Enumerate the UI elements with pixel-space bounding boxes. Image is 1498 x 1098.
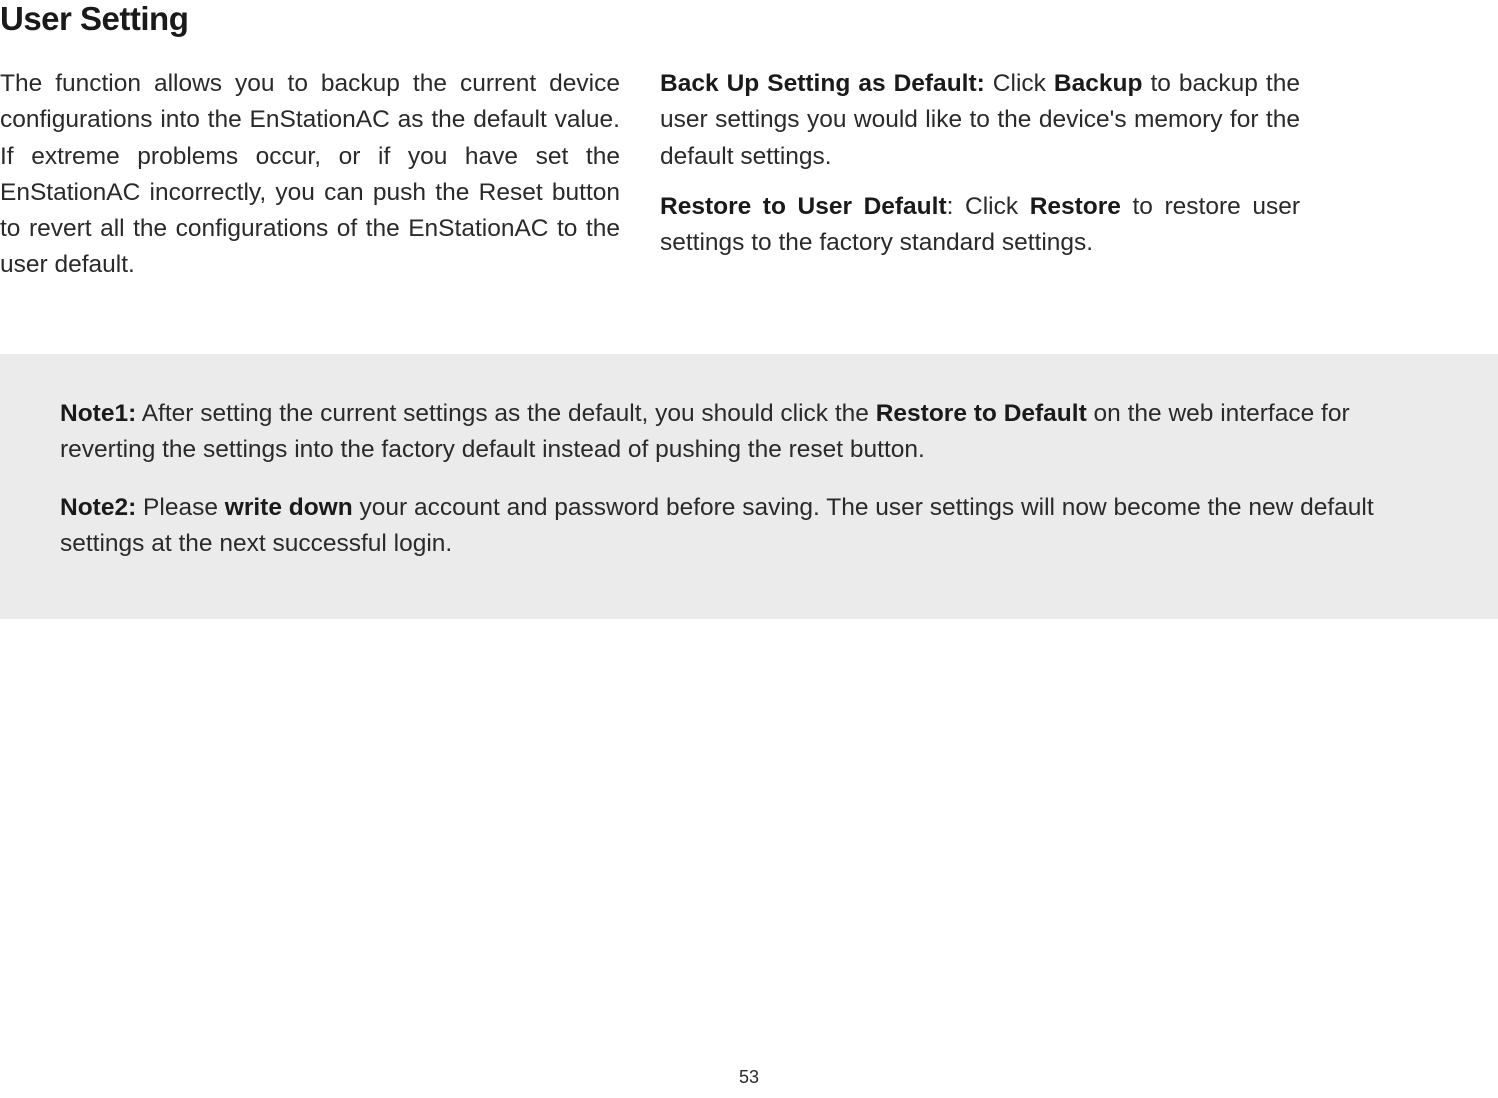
document-page: User Setting The function allows you to … xyxy=(0,0,1498,1098)
note1-bold1: Restore to Default xyxy=(876,400,1087,427)
note-2: Note2: Please write down your account an… xyxy=(60,490,1438,563)
note1-label: Note1: xyxy=(60,400,136,427)
restore-word-bold: Restore xyxy=(1030,193,1121,220)
note-1: Note1: After setting the current setting… xyxy=(60,396,1438,469)
restore-lead-bold: Restore to User Default xyxy=(660,193,947,220)
left-column: The function allows you to backup the cu… xyxy=(0,66,620,284)
right-column: Back Up Setting as Default: Click Backup… xyxy=(660,66,1300,284)
note1-text1: After setting the current settings as th… xyxy=(136,400,876,427)
intro-paragraph: The function allows you to backup the cu… xyxy=(0,66,620,284)
notes-callout-box: Note1: After setting the current setting… xyxy=(0,354,1498,619)
note2-bold1: write down xyxy=(225,494,353,521)
paragraph-spacer xyxy=(660,175,1300,189)
page-number: 53 xyxy=(739,1067,759,1088)
restore-paragraph: Restore to User Default: Click Restore t… xyxy=(660,189,1300,262)
backup-lead-bold: Back Up Setting as Default: xyxy=(660,70,985,97)
note2-label: Note2: xyxy=(60,494,136,521)
two-column-layout: The function allows you to backup the cu… xyxy=(0,66,1498,284)
restore-mid-text: : Click xyxy=(947,193,1030,220)
backup-word-bold: Backup xyxy=(1054,70,1143,97)
page-title: User Setting xyxy=(0,0,1498,38)
note2-text1: Please xyxy=(136,494,225,521)
backup-paragraph: Back Up Setting as Default: Click Backup… xyxy=(660,66,1300,175)
page-header: User Setting xyxy=(0,0,1498,38)
backup-mid-text: Click xyxy=(985,70,1054,97)
